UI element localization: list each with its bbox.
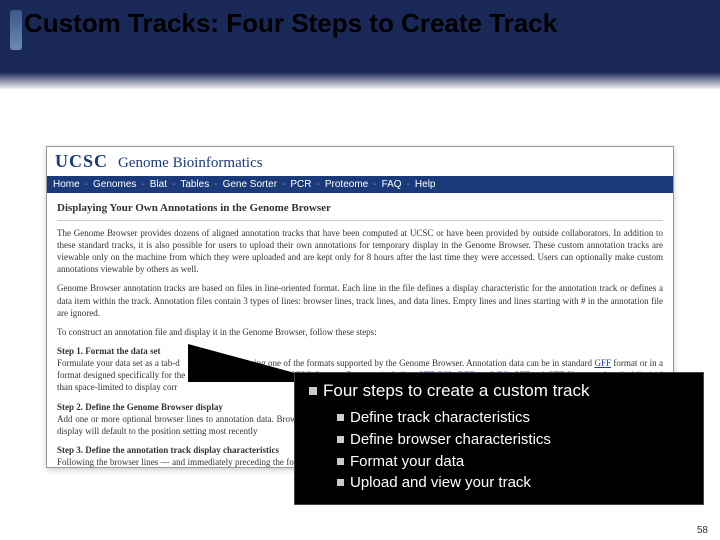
list-item: Define track characteristics xyxy=(337,407,693,429)
ucsc-nav: Home- Genomes- Blat- Tables- Gene Sorter… xyxy=(47,176,673,193)
nav-item[interactable]: Gene Sorter xyxy=(223,179,277,190)
content-heading: Displaying Your Own Annotations in the G… xyxy=(57,201,663,216)
nav-item[interactable]: Tables xyxy=(180,179,209,190)
list-item: Format your data xyxy=(337,451,693,473)
ucsc-header: UCSC Genome Bioinformatics xyxy=(47,147,673,176)
ucsc-logo: UCSC xyxy=(55,151,108,171)
nav-item[interactable]: Blat xyxy=(150,179,167,190)
slide-title: Custom Tracks: Four Steps to Create Trac… xyxy=(24,8,557,39)
callout-box: Four steps to create a custom track Defi… xyxy=(294,372,704,505)
nav-item[interactable]: FAQ xyxy=(382,179,402,190)
bullet-icon xyxy=(337,414,344,421)
step-label: Step 2. Define the Genome Browser displa… xyxy=(57,402,223,412)
list-item: Define browser characteristics xyxy=(337,429,693,451)
slide-number: 58 xyxy=(697,525,708,536)
step-label: Step 1. Format the data set xyxy=(57,346,160,356)
bullet-icon xyxy=(337,458,344,465)
ucsc-subtitle: Genome Bioinformatics xyxy=(118,155,263,171)
bullet-icon xyxy=(337,436,344,443)
callout-heading: Four steps to create a custom track xyxy=(309,381,693,401)
bullet-icon xyxy=(337,479,344,486)
bullet-icon xyxy=(309,387,317,395)
content-paragraph: To construct an annotation file and disp… xyxy=(57,326,663,338)
nav-item[interactable]: Genomes xyxy=(93,179,136,190)
title-accent xyxy=(10,10,22,50)
nav-item[interactable]: PCR xyxy=(290,179,311,190)
content-paragraph: Genome Browser annotation tracks are bas… xyxy=(57,282,663,318)
nav-item[interactable]: Help xyxy=(415,179,436,190)
callout-list: Define track characteristics Define brow… xyxy=(337,407,693,494)
step-label: Step 3. Define the annotation track disp… xyxy=(57,445,279,455)
link-gff[interactable]: GFF xyxy=(594,358,611,368)
nav-item[interactable]: Home xyxy=(53,179,80,190)
list-item: Upload and view your track xyxy=(337,472,693,494)
content-paragraph: The Genome Browser provides dozens of al… xyxy=(57,227,663,276)
nav-item[interactable]: Proteome xyxy=(325,179,368,190)
